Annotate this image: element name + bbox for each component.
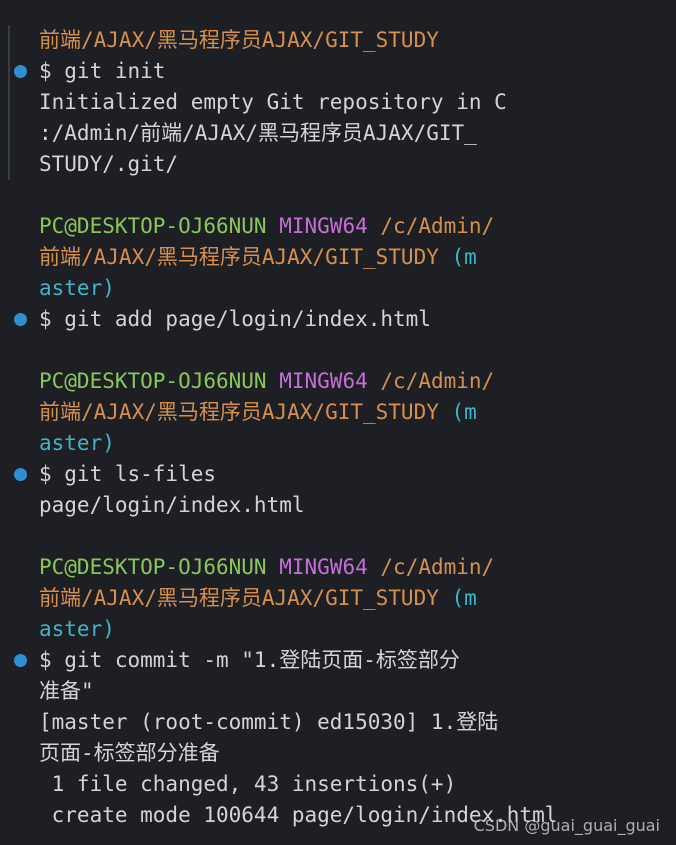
command-line: $ git commit -m "1.登陆页面-标签部分 [39,648,460,672]
command-marker-icon[interactable] [14,654,27,667]
prompt-path: 前端/AJAX/黑马程序员AJAX/GIT_STUDY [39,28,439,52]
prompt-mingw: MINGW64 [279,555,368,579]
output-line: 准备" [39,679,94,703]
gutter-line [8,25,10,180]
prompt-path-line: 前端/AJAX/黑马程序员AJAX/GIT_STUDY (m [39,583,477,614]
output-line: 1 file changed, 43 insertions(+) [39,772,457,796]
prompt-path: /c/Admin/ [380,214,495,238]
prompt-mingw: MINGW64 [279,214,368,238]
command-line: $ git add page/login/index.html [39,307,431,331]
command-marker-icon[interactable] [14,468,27,481]
prompt-user-host: PC@DESKTOP-OJ66NUN [39,555,267,579]
prompt-path-line: 前端/AJAX/黑马程序员AJAX/GIT_STUDY (m [39,397,477,428]
output-line: Initialized empty Git repository in C [39,90,507,114]
watermark: CSDN @guai_guai_guai [473,816,660,835]
prompt-branch: (m [451,245,477,269]
prompt-user-host: PC@DESKTOP-OJ66NUN [39,214,267,238]
prompt-line: PC@DESKTOP-OJ66NUN MINGW64 /c/Admin/ [39,552,494,583]
output-line: [master (root-commit) ed15030] 1.登陆 [39,710,499,734]
output-line: page/login/index.html [39,493,305,517]
prompt-branch: aster) [39,276,115,300]
prompt-line: PC@DESKTOP-OJ66NUN MINGW64 /c/Admin/ [39,366,494,397]
prompt-path: 前端/AJAX/黑马程序员AJAX/GIT_STUDY [39,400,439,424]
command-line: $ git ls-files [39,462,217,486]
prompt-branch: (m [451,586,477,610]
prompt-path: /c/Admin/ [380,369,495,393]
command-marker-icon[interactable] [14,65,27,78]
prompt-branch: (m [451,400,477,424]
prompt-path: 前端/AJAX/黑马程序员AJAX/GIT_STUDY [39,586,439,610]
terminal-output[interactable]: 前端/AJAX/黑马程序员AJAX/GIT_STUDY $ git init Ini… [0,25,676,845]
command-marker-icon[interactable] [14,313,27,326]
prompt-line: PC@DESKTOP-OJ66NUN MINGW64 /c/Admin/ [39,211,494,242]
output-line: 页面-标签部分准备 [39,741,220,765]
prompt-mingw: MINGW64 [279,369,368,393]
output-line: STUDY/.git/ [39,152,179,176]
output-line: :/Admin/前端/AJAX/黑马程序员AJAX/GIT_ [39,121,477,145]
prompt-user-host: PC@DESKTOP-OJ66NUN [39,369,267,393]
command-line: $ git init [39,59,166,83]
prompt-branch: aster) [39,431,115,455]
prompt-path-line: 前端/AJAX/黑马程序员AJAX/GIT_STUDY (m [39,242,477,273]
prompt-path: /c/Admin/ [380,555,495,579]
prompt-path: 前端/AJAX/黑马程序员AJAX/GIT_STUDY [39,245,439,269]
prompt-branch: aster) [39,617,115,641]
